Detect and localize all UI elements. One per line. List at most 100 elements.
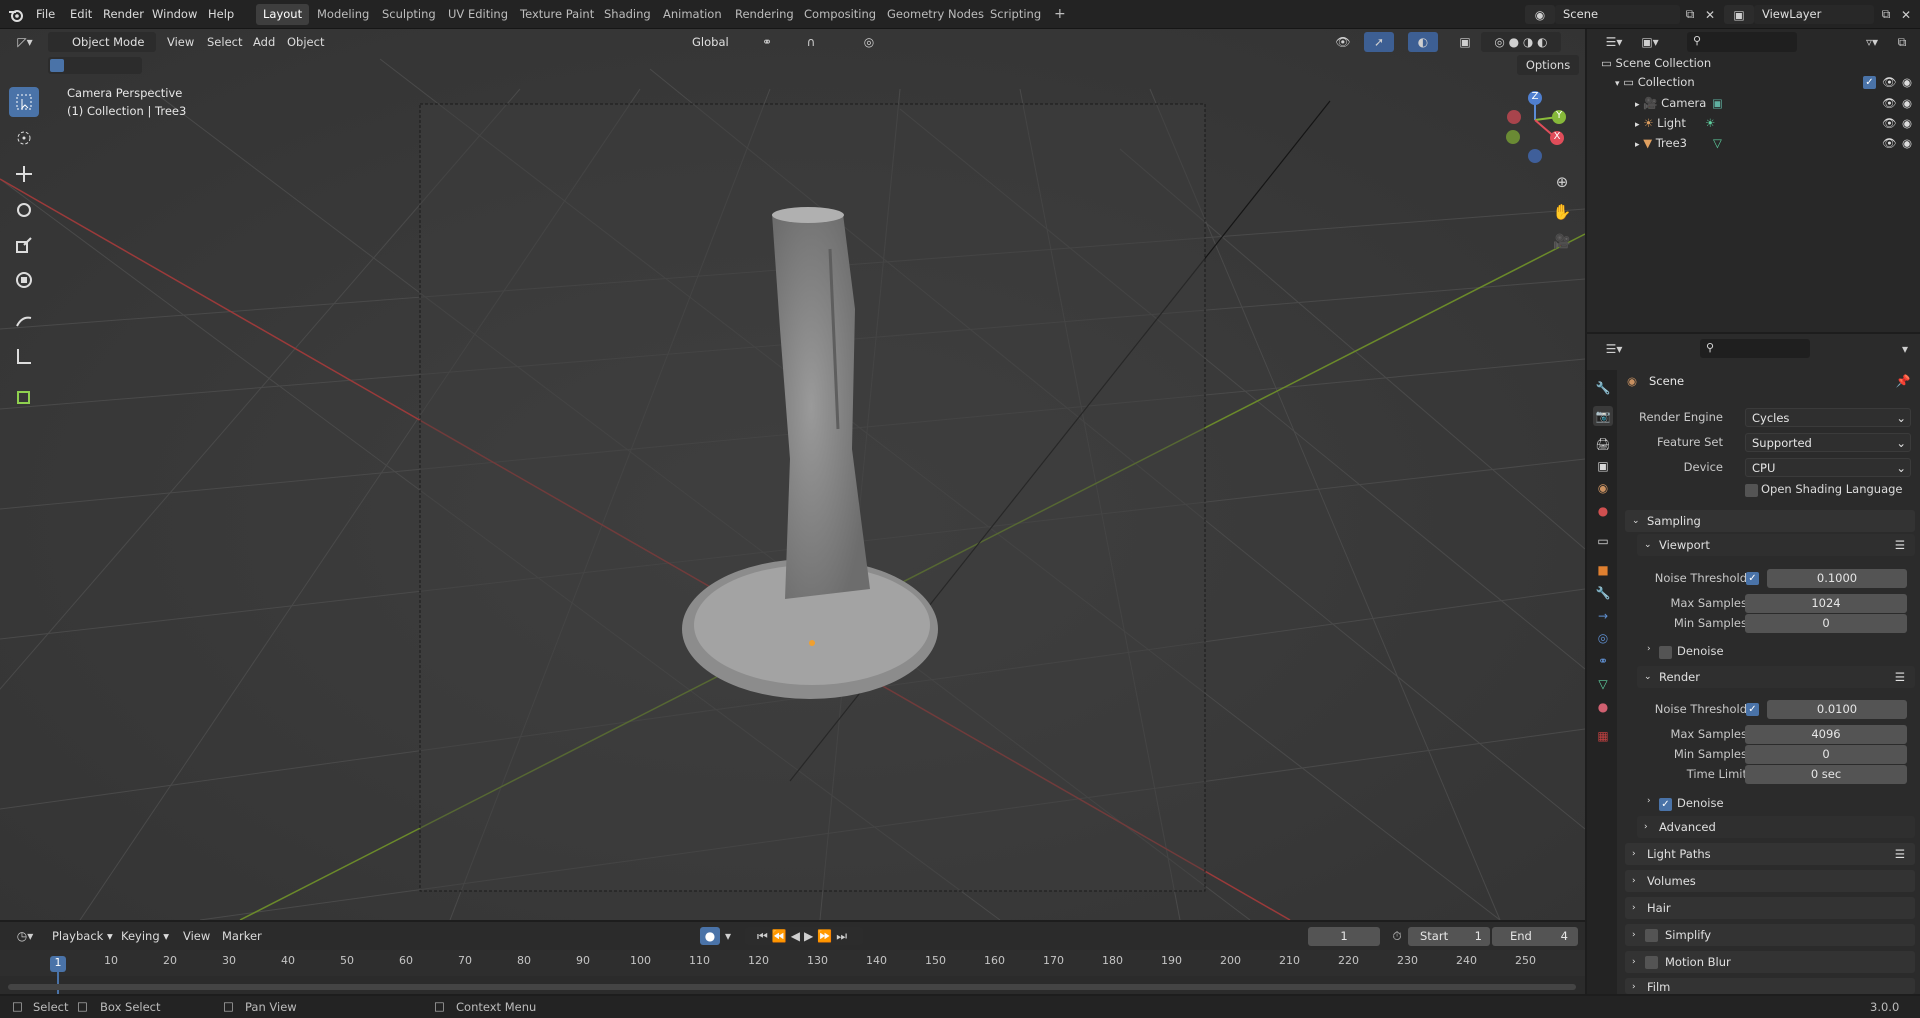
overlays-icon[interactable]: ◐ [1408, 32, 1438, 52]
pan-hand-icon[interactable]: ✋ [1550, 200, 1574, 224]
film-panel-header[interactable]: › Film [1625, 978, 1915, 994]
outliner-search-input[interactable]: ⚲ [1687, 32, 1797, 52]
scene-field[interactable]: Scene [1555, 5, 1680, 24]
render-denoise-label[interactable]: Denoise [1677, 796, 1724, 810]
render-camera-icon[interactable]: ◉ [1902, 73, 1912, 92]
delete-scene-icon[interactable]: ✕ [1700, 5, 1720, 24]
expand-icon[interactable]: ▸ [1635, 100, 1640, 110]
snap-icon[interactable]: ∩ [788, 32, 834, 52]
light-paths-panel-header[interactable]: › Light Paths ☰ [1625, 843, 1915, 865]
eye-icon[interactable]: 👁 [1882, 134, 1897, 153]
data-tab-icon[interactable]: ▽ [1593, 674, 1613, 694]
render-max-samples-field[interactable]: 4096 [1745, 725, 1907, 744]
advanced-subpanel-header[interactable]: › Advanced [1637, 816, 1915, 838]
render-camera-icon[interactable]: ◉ [1902, 134, 1912, 153]
sampling-panel-header[interactable]: ⌄ Sampling [1625, 510, 1915, 532]
render-camera-icon[interactable]: ◉ [1902, 94, 1912, 113]
visibility-icon[interactable]: 👁 [1328, 32, 1358, 52]
timeline-menu-view[interactable]: View [183, 927, 210, 945]
tab-layout[interactable]: Layout [256, 4, 310, 25]
tab-scripting[interactable]: Scripting [983, 4, 1048, 25]
viewport-menu-select[interactable]: Select [207, 33, 242, 51]
viewport-menu-add[interactable]: Add [253, 33, 275, 51]
viewport-denoise-label[interactable]: Denoise [1677, 644, 1724, 658]
shading-mode-icons[interactable]: ◎ ● ◑ ◐ [1481, 32, 1561, 52]
prev-keyframe-icon[interactable]: ⏪ [772, 929, 791, 943]
tab-compositing[interactable]: Compositing [797, 4, 883, 25]
frame-end-field[interactable]: End 4 [1492, 927, 1578, 946]
modifier-tab-icon[interactable]: 🔧 [1593, 583, 1613, 603]
render-noise-threshold-field[interactable]: 0.0100 [1767, 700, 1907, 719]
selection-mode-icons[interactable] [48, 57, 142, 74]
hair-panel-header[interactable]: › Hair [1625, 897, 1915, 919]
render-noise-checkbox[interactable]: ✓ [1746, 703, 1759, 716]
menu-help[interactable]: Help [206, 6, 236, 23]
add-cube-tool-icon[interactable] [9, 381, 39, 411]
camera-view-icon[interactable]: 🎥 [1550, 230, 1574, 254]
render-engine-dropdown[interactable]: Cycles ⌄ [1745, 408, 1911, 427]
eye-icon[interactable]: 👁 [1882, 94, 1897, 113]
render-camera-icon[interactable]: ◉ [1902, 114, 1912, 133]
world-tab-icon[interactable]: ● [1593, 501, 1613, 521]
menu-window[interactable]: Window [150, 6, 199, 23]
display-mode-icon[interactable]: ▣▾ [1635, 32, 1665, 52]
cursor-tool-icon[interactable] [9, 123, 39, 153]
proportional-edit-icon[interactable]: ◎ [846, 32, 892, 52]
frame-start-field[interactable]: Start 1 [1408, 927, 1490, 946]
jump-start-icon[interactable]: ⏮ [757, 929, 772, 944]
menu-render[interactable]: Render [101, 6, 146, 23]
editor-type-icon[interactable]: ◸▾ [10, 32, 40, 52]
gizmo-x-label[interactable]: X [1550, 131, 1564, 142]
frame-ruler[interactable]: 1 10 20 30 40 50 60 70 80 90 100 110 120… [0, 950, 1585, 994]
device-dropdown[interactable]: CPU ⌄ [1745, 458, 1911, 477]
texture-tab-icon[interactable]: ▦ [1593, 726, 1613, 746]
select-box-tool-icon[interactable] [9, 87, 39, 117]
mode-dropdown[interactable]: Object Mode [48, 32, 156, 52]
tab-rendering[interactable]: Rendering [728, 4, 801, 25]
outliner-editor-icon[interactable]: ☰▾ [1599, 32, 1629, 52]
expand-icon[interactable]: ▸ [1635, 120, 1640, 130]
options-chevron-icon[interactable]: ▾ [1897, 339, 1913, 358]
simplify-checkbox[interactable] [1645, 929, 1658, 942]
tab-shading[interactable]: Shading [597, 4, 658, 25]
outliner-item-tree3[interactable]: ▸ ▼ Tree3 ▽ 👁 ◉ [1635, 134, 1915, 153]
eye-icon[interactable]: 👁 [1882, 73, 1897, 92]
gizmo-toggle-icon[interactable]: ➚ [1364, 32, 1394, 52]
pin-icon[interactable]: 📌 [1895, 372, 1911, 390]
playhead-frame[interactable]: 1 [50, 956, 66, 972]
measure-tool-icon[interactable] [9, 341, 39, 371]
viewport-subpanel-header[interactable]: ⌄ Viewport ☰ [1637, 534, 1915, 556]
collection-tab-icon[interactable]: ▭ [1593, 531, 1613, 551]
properties-search-input[interactable]: ⚲ [1700, 339, 1810, 358]
scale-tool-icon[interactable] [9, 230, 39, 260]
viewport-menu-object[interactable]: Object [287, 33, 324, 51]
feature-set-dropdown[interactable]: Supported ⌄ [1745, 433, 1911, 452]
viewport-noise-checkbox[interactable]: ✓ [1746, 572, 1759, 585]
viewport-max-samples-field[interactable]: 1024 [1745, 594, 1907, 613]
copy-scene-icon[interactable]: ⧉ [1680, 5, 1700, 24]
view-layer-tab-icon[interactable]: ▣ [1593, 456, 1613, 476]
collapse-icon[interactable]: ▾ [1615, 79, 1620, 89]
menu-file[interactable]: File [34, 6, 57, 23]
timeline-menu-marker[interactable]: Marker [222, 927, 262, 945]
physics-tab-icon[interactable]: ◎ [1593, 628, 1613, 648]
scene-tab-icon[interactable]: ◉ [1593, 478, 1613, 498]
transform-tool-icon[interactable] [9, 265, 39, 295]
auto-keying-chevron-icon[interactable]: ▾ [721, 927, 735, 945]
zoom-icon[interactable]: ⊕ [1550, 170, 1574, 194]
orientation-dropdown[interactable]: Global [668, 32, 746, 52]
eye-icon[interactable]: 👁 [1882, 114, 1897, 133]
copy-view-layer-icon[interactable]: ⧉ [1876, 5, 1896, 24]
expand-icon[interactable]: ▸ [1635, 140, 1640, 150]
tool-tab-icon[interactable]: 🔧 [1593, 378, 1613, 398]
render-denoise-checkbox[interactable]: ✓ [1659, 798, 1672, 811]
tab-texture-paint[interactable]: Texture Paint [513, 4, 601, 25]
render-min-samples-field[interactable]: 0 [1745, 745, 1907, 764]
output-tab-icon[interactable]: 🖨 [1593, 434, 1613, 454]
next-keyframe-icon[interactable]: ⏩ [817, 929, 836, 943]
view-layer-icon[interactable]: ▣ [1724, 5, 1754, 24]
presets-list-icon[interactable]: ☰ [1895, 534, 1905, 556]
simplify-panel-header[interactable]: › Simplify [1625, 924, 1915, 946]
constraints-tab-icon[interactable]: ⚭ [1593, 651, 1613, 671]
render-tab-icon[interactable]: 📷 [1593, 406, 1613, 426]
